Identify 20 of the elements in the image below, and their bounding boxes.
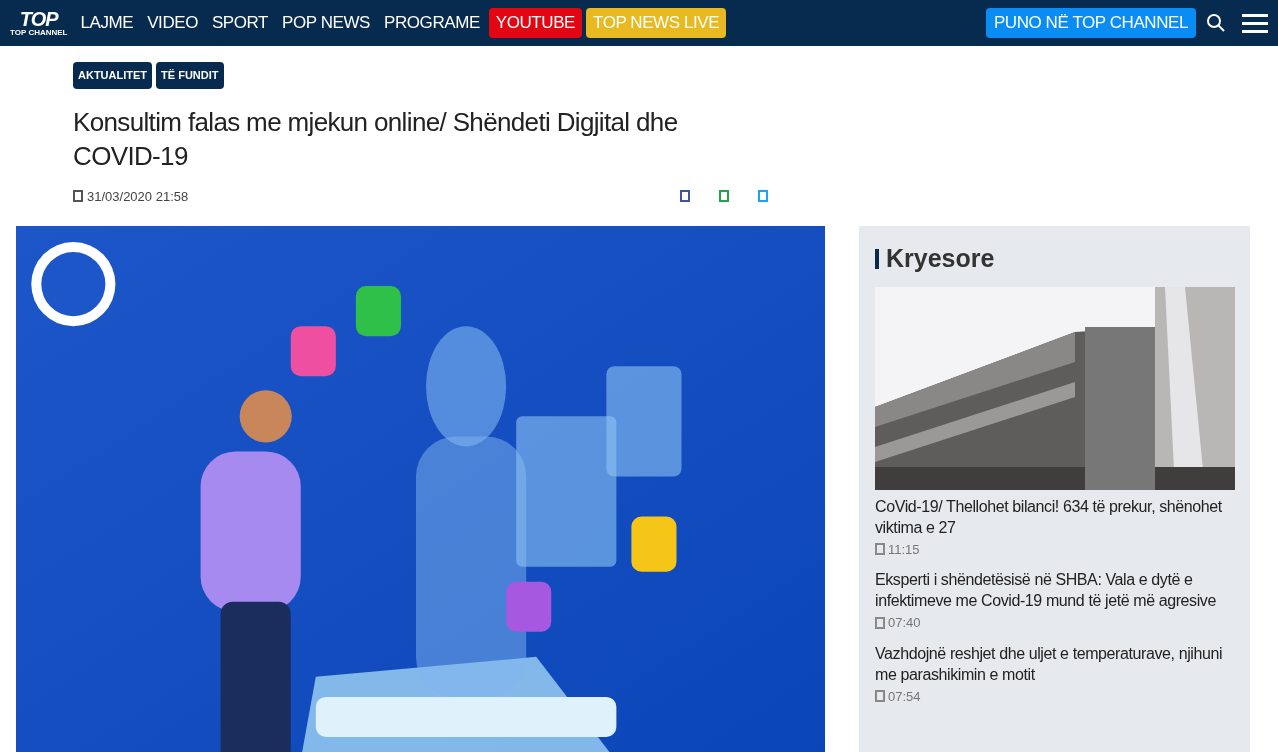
category-tag[interactable]: TË FUNDIT xyxy=(156,62,224,89)
news-headline[interactable]: Vazhdojnë reshjet dhe uljet e temperaturave, njihuni me parashikimin e motit xyxy=(875,642,1234,685)
menu-icon[interactable] xyxy=(1242,13,1268,33)
search-icon[interactable] xyxy=(1206,13,1226,33)
news-time: 07:40 xyxy=(888,614,921,632)
nav-link[interactable]: VIDEO xyxy=(142,10,203,36)
nav-link[interactable]: LAJME xyxy=(75,10,139,36)
article-date: 31/03/2020 21:58 xyxy=(87,187,189,206)
nav-link[interactable]: YOUTUBE xyxy=(488,8,582,38)
logo[interactable]: TOP TOP CHANNEL xyxy=(10,9,68,37)
article-title: Konsultim falas me mjekun online/ Shëndeti Digjital dhe COVID-19 xyxy=(73,105,679,173)
news-time: 11:15 xyxy=(888,540,920,559)
news-headline[interactable]: CoVid-19/ Thellohet bilanci! 634 të prekur, shënohet viktima e 27 xyxy=(875,495,1234,538)
category-tag[interactable]: AKTUALITET xyxy=(73,62,153,89)
sidebar-title: Kryesore xyxy=(886,243,995,274)
nav-link[interactable]: SPORT xyxy=(206,10,274,36)
nav-link[interactable]: PROGRAME xyxy=(379,10,485,36)
news-headline[interactable]: Eksperti i shëndetësisë në SHBA: Vala e dytë e infektimeve me Covid-19 mund të jetë më agresive xyxy=(875,569,1234,611)
nav-link[interactable]: POP NEWS xyxy=(277,10,375,36)
news-time: 07:54 xyxy=(888,687,921,706)
